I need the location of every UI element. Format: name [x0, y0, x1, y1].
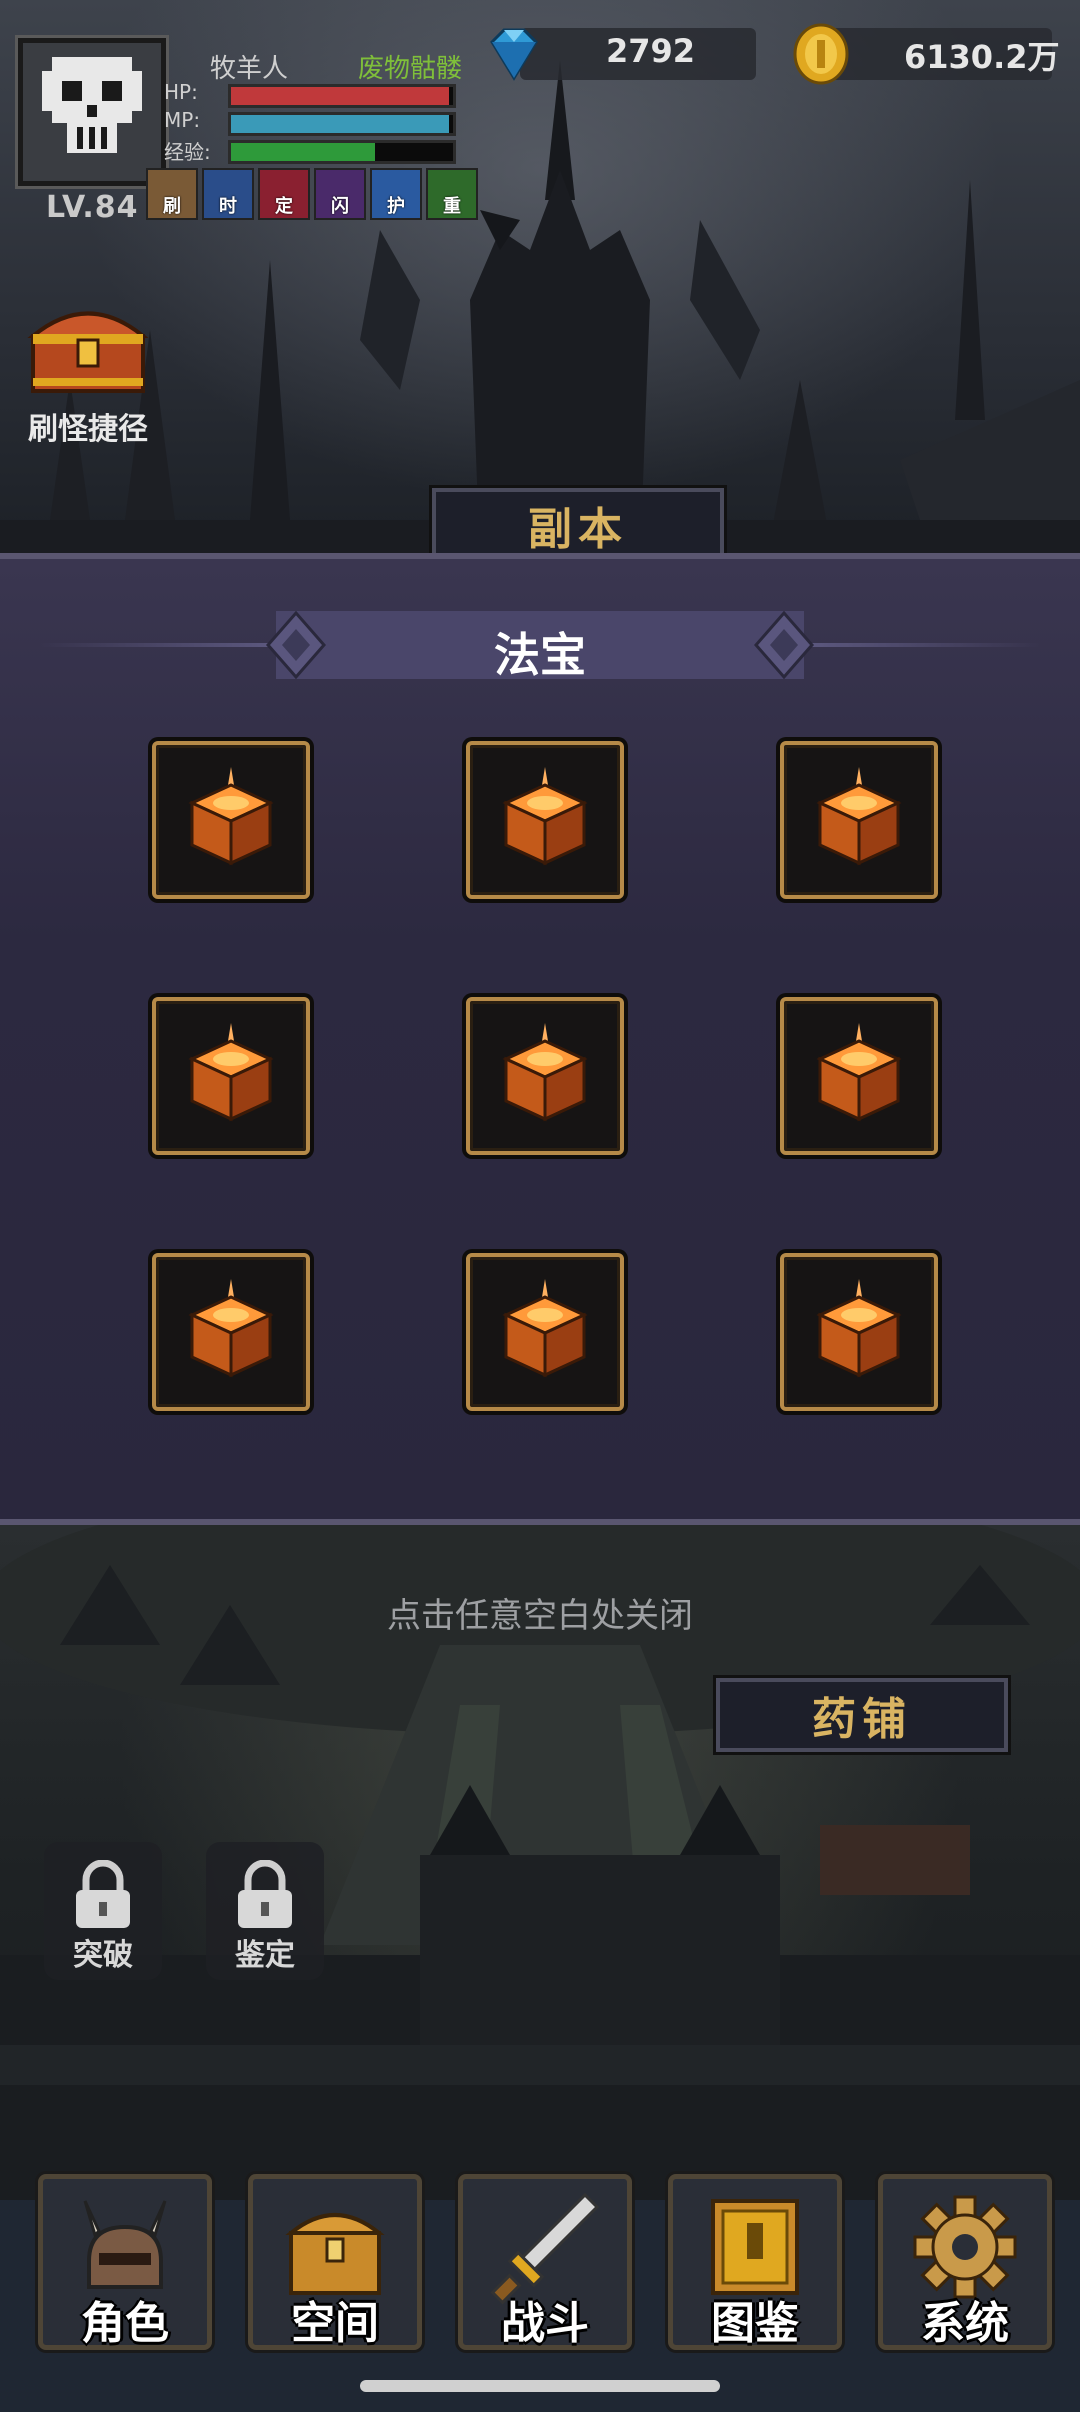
nav-battle[interactable]: 战斗 — [458, 2174, 632, 2350]
hp-bar-fill — [231, 87, 449, 105]
mystery-box-icon — [502, 767, 588, 866]
exp-bar-fill — [231, 143, 376, 161]
lock-icon — [76, 1860, 130, 1928]
mp-label: MP: — [164, 108, 201, 132]
treasure-panel: 法宝 — [0, 553, 1080, 1525]
treasure-slot[interactable] — [466, 997, 624, 1155]
mp-bar-fill — [231, 115, 449, 133]
nav-character[interactable]: 角色 — [38, 2174, 212, 2350]
buff-list: 刷 时 定 闪 护 重 — [146, 168, 478, 220]
mystery-box-icon — [502, 1023, 588, 1122]
breakthrough-button[interactable]: 突破 — [44, 1842, 162, 1980]
diamond-icon — [490, 28, 538, 81]
shortcut-label: 刷怪捷径 — [28, 412, 148, 447]
mystery-box-icon — [816, 767, 902, 866]
helmet-icon — [83, 2200, 167, 2289]
gold-coin-icon — [793, 23, 849, 85]
gem-count: 2792 — [606, 32, 696, 70]
hp-bar — [228, 84, 456, 108]
mp-bar — [228, 112, 456, 136]
nav-space-label: 空间 — [291, 2298, 379, 2349]
buff-dodge[interactable]: 闪 — [314, 168, 366, 220]
buff-heavy[interactable]: 重 — [426, 168, 478, 220]
exp-label: 经验: — [164, 140, 211, 164]
treasure-chest-icon — [27, 311, 149, 393]
monster-shortcut-button[interactable]: 刷怪捷径 — [18, 296, 158, 448]
mystery-box-icon — [188, 1023, 274, 1122]
nav-system[interactable]: 系统 — [878, 2174, 1052, 2350]
nav-codex-label: 图鉴 — [711, 2298, 799, 2349]
nav-battle-label: 战斗 — [501, 2298, 589, 2349]
treasure-slot[interactable] — [780, 741, 938, 899]
player-avatar[interactable] — [18, 38, 166, 186]
mystery-box-icon — [816, 1279, 902, 1378]
treasure-slot[interactable] — [152, 741, 310, 899]
buff-guard[interactable]: 护 — [370, 168, 422, 220]
buff-time[interactable]: 时 — [202, 168, 254, 220]
mystery-box-icon — [502, 1279, 588, 1378]
lock-icon — [238, 1860, 292, 1928]
treasure-slot[interactable] — [466, 1253, 624, 1411]
treasure-slot[interactable] — [780, 1253, 938, 1411]
player-name: 牧羊人 — [210, 54, 289, 84]
buff-fix[interactable]: 定 — [258, 168, 310, 220]
close-hint: 点击任意空白处关闭 — [387, 1596, 693, 1636]
treasure-slot[interactable] — [152, 997, 310, 1155]
exp-bar — [228, 140, 456, 164]
home-indicator[interactable] — [360, 2380, 720, 2392]
chest-icon — [285, 2213, 385, 2295]
sign-pharmacy[interactable]: 药铺 — [716, 1678, 1008, 1752]
treasure-slot[interactable] — [466, 741, 624, 899]
appraise-label: 鉴定 — [235, 1938, 295, 1973]
treasure-slot[interactable] — [152, 1253, 310, 1411]
target-name: 废物骷髅 — [358, 54, 463, 84]
gold-count: 6130.2万 — [904, 38, 1060, 76]
hp-label: HP: — [164, 80, 198, 104]
panel-title: 法宝 — [494, 628, 586, 682]
nav-space[interactable]: 空间 — [248, 2174, 422, 2350]
mystery-box-icon — [188, 767, 274, 866]
buff-refresh[interactable]: 刷 — [146, 168, 198, 220]
mystery-box-icon — [816, 1023, 902, 1122]
breakthrough-label: 突破 — [73, 1938, 133, 1973]
skull-icon — [42, 57, 142, 153]
player-level: LV.84 — [46, 190, 139, 225]
nav-system-label: 系统 — [921, 2298, 1009, 2349]
nav-codex[interactable]: 图鉴 — [668, 2174, 842, 2350]
sign-dungeon[interactable]: 副本 — [432, 488, 724, 562]
mystery-box-icon — [188, 1279, 274, 1378]
nav-character-label: 角色 — [81, 2298, 169, 2349]
appraise-button[interactable]: 鉴定 — [206, 1842, 324, 1980]
treasure-slot[interactable] — [780, 997, 938, 1155]
